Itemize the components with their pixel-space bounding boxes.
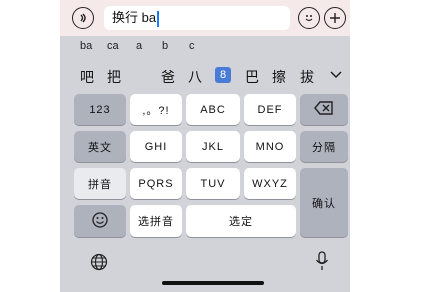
candidate-word[interactable]: 吧 <box>80 67 94 87</box>
backspace-icon <box>314 101 334 118</box>
keyboard: ba ca a b c 吧 把 爸 八 8 巴 擦 拔 123 ,。?! ABC… <box>60 36 350 292</box>
key-select-pinyin[interactable]: 选拼音 <box>130 205 182 237</box>
key-pinyin[interactable]: 拼音 <box>74 168 126 199</box>
key-tuv[interactable]: TUV <box>186 168 240 199</box>
emoji-icon <box>92 211 108 231</box>
key-english[interactable]: 英文 <box>74 131 126 162</box>
sound-icon[interactable] <box>72 7 94 29</box>
emoji-icon[interactable] <box>298 7 320 29</box>
pinyin-suggestion[interactable]: a <box>136 40 142 52</box>
phone-screen: 换行 ba ba ca a b c 吧 把 爸 八 8 巴 擦 拔 123 ,。… <box>60 0 350 292</box>
plus-icon[interactable] <box>324 7 346 29</box>
key-ghi[interactable]: GHI <box>130 131 182 162</box>
key-select-confirm[interactable]: 选定 <box>186 205 296 237</box>
key-confirm[interactable]: 确认 <box>300 168 348 237</box>
key-wxyz[interactable]: WXYZ <box>244 168 296 199</box>
microphone-icon[interactable] <box>315 251 329 276</box>
candidate-word[interactable]: 拔 <box>300 67 314 87</box>
pinyin-suggestion-row: ba ca a b c <box>60 36 350 58</box>
home-indicator[interactable] <box>162 281 264 285</box>
key-mno[interactable]: MNO <box>244 131 296 162</box>
candidate-word[interactable]: 把 <box>107 67 121 87</box>
key-jkl[interactable]: JKL <box>186 131 240 162</box>
key-def[interactable]: DEF <box>244 94 296 125</box>
message-input[interactable]: 换行 ba <box>104 6 290 30</box>
candidate-word[interactable]: 巴 <box>245 67 259 87</box>
key-123[interactable]: 123 <box>74 94 126 125</box>
text-caret <box>157 10 159 27</box>
candidate-row: 吧 把 爸 八 8 巴 擦 拔 <box>60 60 350 90</box>
emoji-key[interactable] <box>74 205 126 237</box>
candidate-word[interactable]: 擦 <box>272 67 286 87</box>
message-input-text: 换行 ba <box>112 10 157 25</box>
pinyin-suggestion[interactable]: ca <box>107 40 119 52</box>
input-bar: 换行 ba <box>60 0 350 36</box>
pinyin-suggestion[interactable]: b <box>162 40 168 52</box>
globe-icon[interactable] <box>90 253 108 276</box>
key-separator[interactable]: 分隔 <box>300 131 348 162</box>
candidate-word[interactable]: 爸 <box>161 67 175 87</box>
candidate-word[interactable]: 八 <box>188 67 202 87</box>
pinyin-suggestion[interactable]: ba <box>80 40 92 52</box>
key-pqrs[interactable]: PQRS <box>130 168 182 199</box>
chevron-down-icon[interactable] <box>322 63 350 87</box>
backspace-button[interactable] <box>300 94 348 125</box>
candidate-word-selected[interactable]: 8 <box>215 67 231 83</box>
key-abc[interactable]: ABC <box>186 94 240 125</box>
key-punctuation[interactable]: ,。?! <box>130 94 182 125</box>
pinyin-suggestion[interactable]: c <box>189 40 195 52</box>
